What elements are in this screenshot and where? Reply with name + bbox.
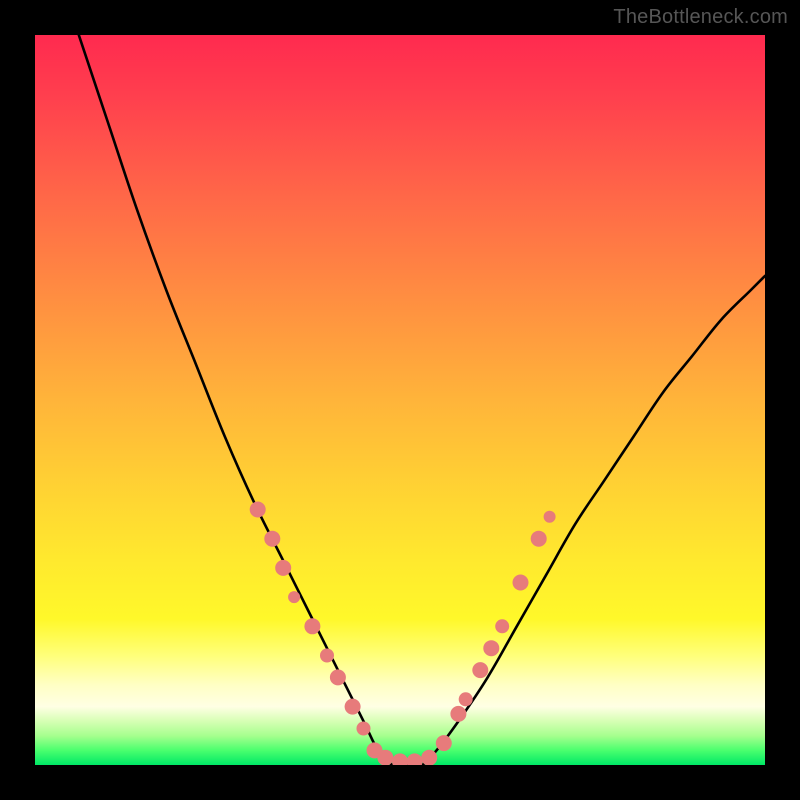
chart-frame: TheBottleneck.com	[0, 0, 800, 800]
marker-dot	[450, 706, 466, 722]
marker-dot	[459, 692, 473, 706]
marker-dot	[495, 619, 509, 633]
marker-dot	[407, 753, 423, 765]
chart-svg	[35, 35, 765, 765]
marker-dot	[421, 750, 437, 765]
marker-dot	[250, 502, 266, 518]
marker-dot	[345, 699, 361, 715]
marker-dot	[436, 735, 452, 751]
marker-dot	[288, 591, 300, 603]
marker-dot	[472, 662, 488, 678]
marker-dot	[275, 560, 291, 576]
plot-area	[35, 35, 765, 765]
marker-dot	[304, 618, 320, 634]
marker-dot	[330, 669, 346, 685]
highlighted-points	[250, 502, 556, 766]
marker-dot	[377, 750, 393, 765]
marker-dot	[320, 649, 334, 663]
marker-dot	[531, 531, 547, 547]
marker-dot	[264, 531, 280, 547]
marker-dot	[357, 722, 371, 736]
curve-layer	[79, 35, 765, 765]
marker-dot	[544, 511, 556, 523]
marker-dot	[483, 640, 499, 656]
marker-dot	[392, 753, 408, 765]
attribution-label: TheBottleneck.com	[613, 6, 788, 29]
bottleneck-curve	[79, 35, 765, 765]
marker-dot	[513, 575, 529, 591]
